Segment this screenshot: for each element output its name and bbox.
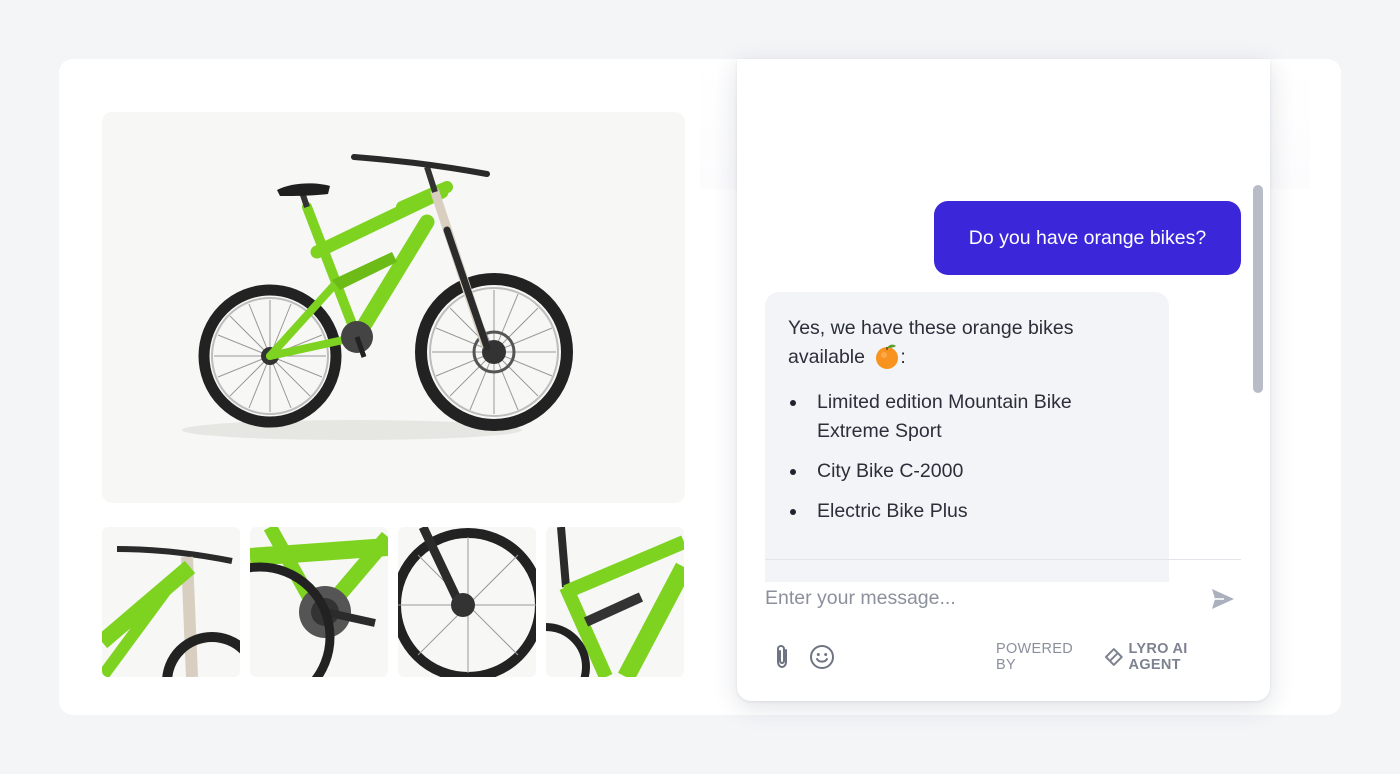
user-message-bubble: Do you have orange bikes? bbox=[934, 201, 1241, 275]
thumbnail-rear-shock[interactable] bbox=[546, 527, 684, 677]
powered-by-label: POWERED BY bbox=[996, 641, 1074, 673]
powered-by-footer[interactable]: POWERED BY LYRO AI AGENT bbox=[996, 641, 1242, 673]
main-product-image[interactable] bbox=[102, 112, 685, 503]
composer-divider bbox=[765, 559, 1241, 560]
bot-intro-suffix: : bbox=[900, 346, 906, 368]
list-item: City Bike C-2000 bbox=[788, 457, 1145, 486]
thumbnail-handlebar[interactable] bbox=[102, 527, 240, 677]
thumbnail-front-wheel[interactable] bbox=[398, 527, 536, 677]
orange-emoji-icon bbox=[876, 344, 899, 369]
message-input[interactable] bbox=[765, 581, 1185, 615]
bot-item-list: Limited edition Mountain Bike Extreme Sp… bbox=[788, 388, 1145, 526]
emoji-button[interactable] bbox=[809, 644, 835, 670]
front-wheel bbox=[415, 273, 573, 431]
chat-scrollbar[interactable] bbox=[1253, 185, 1263, 393]
bot-message-bubble: Yes, we have these orange bikes availabl… bbox=[765, 292, 1169, 582]
lyro-logo-icon bbox=[1104, 648, 1123, 666]
bot-message-intro: Yes, we have these orange bikes availabl… bbox=[788, 314, 1128, 372]
list-item: Electric Bike Plus bbox=[788, 497, 1145, 526]
send-icon bbox=[1212, 589, 1234, 609]
bot-intro-text: Yes, we have these orange bikes availabl… bbox=[788, 317, 1074, 368]
chat-widget: Do you have orange bikes? Yes, we have t… bbox=[737, 59, 1270, 701]
bike-illustration bbox=[182, 154, 573, 440]
list-item: Limited edition Mountain Bike Extreme Sp… bbox=[788, 388, 1145, 446]
chat-messages[interactable]: Do you have orange bikes? Yes, we have t… bbox=[737, 59, 1270, 582]
send-button[interactable] bbox=[1209, 585, 1237, 613]
smiley-icon bbox=[810, 645, 834, 669]
thumbnail-crankset[interactable] bbox=[250, 527, 388, 677]
attachment-button[interactable] bbox=[771, 643, 793, 671]
paperclip-icon bbox=[777, 644, 787, 669]
lyro-brand-label: LYRO AI AGENT bbox=[1128, 641, 1188, 673]
